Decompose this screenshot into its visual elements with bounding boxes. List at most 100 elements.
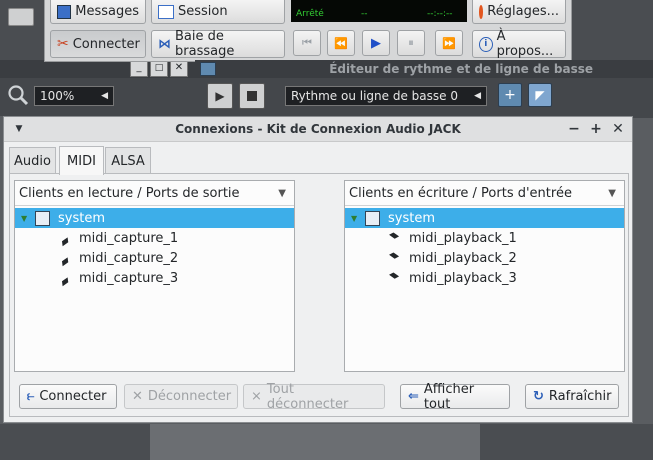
- dialog-title: Connexions - Kit de Connexion Audio JACK: [175, 122, 461, 136]
- pattern-select-value: Rythme ou ligne de basse 0: [291, 89, 458, 103]
- tab-alsa-label: ALSA: [111, 153, 145, 169]
- settings-label: Réglages...: [487, 4, 559, 19]
- dialog-titlebar[interactable]: Connexions - Kit de Connexion Audio JACK…: [4, 117, 632, 142]
- output-port-label: midi_capture_2: [79, 250, 179, 266]
- status-text: Arrêté: [296, 9, 324, 19]
- rewind-start-button[interactable]: ⏮: [293, 30, 321, 56]
- connect-button[interactable]: ⥼ Connecter: [19, 384, 117, 409]
- input-port-row[interactable]: ▰ midi_playback_1: [345, 226, 624, 248]
- maximize-icon[interactable]: +: [587, 120, 605, 138]
- rewind-icon: ⏪: [334, 36, 348, 50]
- automation-icon: ◤: [535, 88, 545, 102]
- show-all-button[interactable]: ⇐ Afficher tout: [400, 381, 510, 412]
- add-pattern-button[interactable]: +: [498, 83, 522, 107]
- play-button[interactable]: ▶: [362, 30, 390, 56]
- midi-plug-icon: ▰: [386, 226, 403, 244]
- session-button[interactable]: Session: [151, 0, 285, 24]
- status-dashes: --: [361, 9, 368, 19]
- forward-button[interactable]: ⏩: [435, 30, 463, 56]
- patchbay-button[interactable]: ⋈ Baie de brassage: [151, 29, 285, 59]
- expand-arrow-icon[interactable]: ▼: [351, 214, 365, 223]
- input-port-row[interactable]: ▰ midi_playback_3: [345, 267, 624, 288]
- refresh-button[interactable]: ↻ Rafraîchir: [525, 384, 619, 409]
- connection-lines-area[interactable]: [298, 180, 343, 372]
- output-port-row[interactable]: ▰ midi_capture_2: [15, 248, 294, 270]
- editor-stop-icon: [247, 91, 257, 101]
- connections-dialog: Connexions - Kit de Connexion Audio JACK…: [3, 116, 633, 423]
- messages-label: Messages: [75, 4, 139, 19]
- output-port-label: midi_capture_3: [79, 270, 179, 286]
- output-client-row[interactable]: ▼ system: [15, 208, 294, 228]
- disconnect-all-button[interactable]: ⨯ Tout déconnecter: [243, 381, 385, 412]
- show-all-label: Afficher tout: [423, 381, 475, 412]
- output-sort-arrow-icon: ▼: [278, 187, 286, 199]
- output-port-label: midi_capture_1: [79, 230, 179, 246]
- input-client-row[interactable]: ▼ system: [345, 208, 624, 228]
- tab-alsa[interactable]: ALSA: [105, 147, 151, 174]
- input-ports-header[interactable]: Clients en écriture / Ports d'entrée ▼: [345, 181, 624, 206]
- tab-audio-label: Audio: [14, 153, 51, 169]
- patchbay-icon: ⋈: [158, 36, 171, 52]
- subwindow-maximize-icon[interactable]: □: [150, 61, 168, 77]
- zoom-arrow-icon: ◀: [101, 91, 108, 101]
- connect-main-icon: ✂: [57, 36, 69, 52]
- info-icon: i: [479, 36, 493, 52]
- window-menu-icon[interactable]: ▼: [10, 120, 28, 138]
- expand-all-icon: ⇐: [408, 389, 419, 404]
- subwindow-minimize-icon[interactable]: _: [130, 61, 148, 77]
- close-icon[interactable]: ✕: [609, 120, 627, 138]
- session-icon: [158, 4, 174, 19]
- connect-main-button[interactable]: ✂ Connecter: [50, 30, 146, 58]
- left-handle-icon[interactable]: [8, 8, 34, 26]
- add-pattern-icon: +: [504, 87, 516, 103]
- add-automation-button[interactable]: ◤: [528, 83, 552, 107]
- patchbay-label: Baie de brassage: [175, 29, 235, 59]
- status-display: Arrêté -- --:--:--: [291, 0, 467, 22]
- output-ports-header[interactable]: Clients en lecture / Ports de sortie ▼: [15, 181, 294, 206]
- disconnect-all-icon: ⨯: [251, 389, 262, 404]
- output-port-row[interactable]: ▰ midi_capture_3: [15, 268, 294, 290]
- tab-audio[interactable]: Audio: [9, 147, 56, 174]
- skip-back-icon: ⏮: [302, 36, 312, 49]
- minimize-icon[interactable]: −: [565, 120, 583, 138]
- rewind-button[interactable]: ⏪: [327, 30, 355, 56]
- input-port-row[interactable]: ▰ midi_playback_2: [345, 246, 624, 268]
- pattern-select[interactable]: Rythme ou ligne de basse 0 ◀: [285, 86, 487, 106]
- subwindow-close-icon[interactable]: ✕: [170, 61, 188, 77]
- connect-main-label: Connecter: [72, 36, 140, 52]
- pause-icon: ⏸: [408, 36, 414, 49]
- output-port-row[interactable]: ▰ midi_capture_1: [15, 228, 294, 250]
- pattern-arrow-icon: ◀: [474, 91, 481, 101]
- input-ports-list[interactable]: Clients en écriture / Ports d'entrée ▼ ▼…: [344, 180, 625, 372]
- status-time-dashes: --:--:--: [427, 9, 453, 19]
- fast-forward-icon: ⏩: [442, 36, 456, 50]
- midi-plug-icon: ▰: [386, 246, 403, 264]
- messages-button[interactable]: Messages: [50, 0, 146, 24]
- expand-arrow-icon[interactable]: ▼: [21, 214, 35, 223]
- refresh-icon: ↻: [533, 389, 544, 404]
- disconnect-icon: ✕: [132, 389, 143, 404]
- editor-play-icon: ▶: [215, 89, 225, 103]
- settings-button[interactable]: Réglages...: [472, 0, 566, 24]
- disconnect-button[interactable]: ✕ Déconnecter: [124, 384, 238, 409]
- about-button[interactable]: i À propos...: [472, 29, 566, 59]
- editor-stop-button[interactable]: [239, 83, 265, 109]
- disconnect-all-label: Tout déconnecter: [266, 381, 349, 412]
- pause-button[interactable]: ⏸: [397, 30, 425, 56]
- midi-tab-page: Clients en lecture / Ports de sortie ▼ ▼…: [9, 173, 629, 417]
- editor-play-button[interactable]: ▶: [207, 83, 233, 109]
- input-port-label: midi_playback_3: [409, 270, 517, 286]
- output-ports-list[interactable]: Clients en lecture / Ports de sortie ▼ ▼…: [14, 180, 295, 372]
- bottom-track-area: [150, 424, 480, 460]
- client-system-icon: [35, 210, 50, 226]
- connect-icon: ⥼: [27, 389, 35, 404]
- tab-midi[interactable]: MIDI: [59, 146, 104, 175]
- disconnect-label: Déconnecter: [147, 389, 232, 404]
- tab-midi-label: MIDI: [67, 153, 96, 169]
- input-client-label: system: [388, 210, 435, 226]
- refresh-label: Rafraîchir: [548, 389, 612, 404]
- play-icon: ▶: [371, 35, 381, 51]
- connect-label: Connecter: [39, 389, 107, 404]
- zoom-select[interactable]: 100% ◀: [34, 86, 114, 106]
- input-ports-header-label: Clients en écriture / Ports d'entrée: [349, 185, 572, 201]
